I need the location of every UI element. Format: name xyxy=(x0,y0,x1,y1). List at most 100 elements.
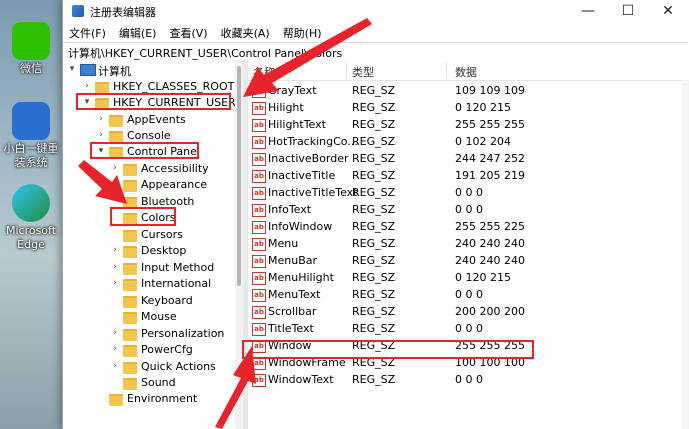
chevron-right-icon[interactable]: › xyxy=(96,114,106,124)
string-value-icon: ab xyxy=(252,323,266,336)
value-name: GrayText xyxy=(268,84,317,97)
table-row[interactable]: ab InactiveTitle REG_SZ 191 205 219 xyxy=(248,167,689,184)
tree-scrollbar-thumb[interactable] xyxy=(237,66,241,286)
folder-icon xyxy=(109,131,123,143)
folder-icon xyxy=(123,345,137,357)
string-value-icon: ab xyxy=(252,272,266,285)
menu-view[interactable]: 查看(V) xyxy=(163,22,214,41)
table-row[interactable]: ab HilightText REG_SZ 255 255 255 xyxy=(248,116,689,133)
value-data: 244 247 252 xyxy=(455,152,525,165)
value-name: Menu xyxy=(268,237,299,250)
column-header-type[interactable]: 类型 xyxy=(352,64,374,80)
string-value-icon: ab xyxy=(252,85,266,98)
value-type: REG_SZ xyxy=(352,135,396,148)
folder-icon xyxy=(123,213,137,225)
close-button[interactable]: ✕ xyxy=(648,0,688,22)
chevron-down-icon[interactable]: ▾ xyxy=(82,97,92,107)
value-data: 200 200 200 xyxy=(455,305,525,318)
string-value-icon: ab xyxy=(252,374,266,387)
chevron-down-icon[interactable]: ▾ xyxy=(67,64,77,74)
address-bar[interactable]: 计算机\HKEY_CURRENT_USER\Control Panel\Colo… xyxy=(63,42,688,61)
table-row[interactable]: ab Hilight REG_SZ 0 120 215 xyxy=(248,99,689,116)
string-value-icon: ab xyxy=(252,136,266,149)
minimize-button[interactable]: — xyxy=(568,0,608,22)
address-path: 计算机\HKEY_CURRENT_USER\Control Panel\Colo… xyxy=(68,47,343,60)
value-name: HotTrackingCo... xyxy=(268,135,358,148)
desktop-icon-wechat[interactable]: 微信 xyxy=(0,22,62,76)
chevron-right-icon[interactable]: › xyxy=(110,245,120,255)
table-row[interactable]: ab InfoWindow REG_SZ 255 255 225 xyxy=(248,218,689,235)
value-name: MenuText xyxy=(268,288,321,301)
value-type: REG_SZ xyxy=(352,84,396,97)
table-row[interactable]: ab HotTrackingCo... REG_SZ 0 102 204 xyxy=(248,133,689,150)
tree-scrollbar[interactable] xyxy=(235,60,243,429)
value-data: 0 0 0 xyxy=(455,186,483,199)
column-header-name[interactable]: 名称 xyxy=(253,64,275,80)
value-data: 0 120 215 xyxy=(455,101,511,114)
value-type: REG_SZ xyxy=(352,118,396,131)
value-data: 100 100 100 xyxy=(455,356,525,369)
string-value-icon: ab xyxy=(252,170,266,183)
value-data: 255 255 225 xyxy=(455,220,525,233)
chevron-right-icon[interactable]: › xyxy=(110,278,120,288)
table-row[interactable]: ab InactiveBorder REG_SZ 244 247 252 xyxy=(248,150,689,167)
value-name: InactiveBorder xyxy=(268,152,349,165)
value-data: 191 205 219 xyxy=(455,169,525,182)
value-type: REG_SZ xyxy=(352,169,396,182)
folder-icon xyxy=(123,246,137,258)
table-row[interactable]: ab MenuText REG_SZ 0 0 0 xyxy=(248,286,689,303)
chevron-down-icon[interactable]: ▾ xyxy=(96,146,106,156)
chevron-right-icon[interactable]: › xyxy=(110,361,120,371)
list-scrollbar[interactable] xyxy=(682,80,689,429)
desktop-icon-xiaobai[interactable]: 小白一键重装系统 xyxy=(0,102,62,170)
column-divider[interactable] xyxy=(446,62,447,78)
table-row[interactable]: ab MenuHilight REG_SZ 0 120 215 xyxy=(248,269,689,286)
table-row[interactable]: ab InactiveTitleText REG_SZ 0 0 0 xyxy=(248,184,689,201)
column-divider[interactable] xyxy=(346,62,347,78)
table-row[interactable]: ab Menu REG_SZ 240 240 240 xyxy=(248,235,689,252)
value-type: REG_SZ xyxy=(352,220,396,233)
chevron-right-icon[interactable]: › xyxy=(110,328,120,338)
folder-icon xyxy=(109,147,123,159)
watermark-brand: Baidu经验 xyxy=(528,372,643,397)
string-value-icon: ab xyxy=(252,357,266,370)
chevron-right-icon[interactable]: › xyxy=(96,130,106,140)
watermark-url: jingyan.baidu.com xyxy=(528,396,612,406)
table-row[interactable]: ab Window REG_SZ 255 255 255 xyxy=(248,337,689,354)
chevron-right-icon[interactable]: › xyxy=(110,344,120,354)
value-name: InfoWindow xyxy=(268,220,333,233)
table-row[interactable]: ab GrayText REG_SZ 109 109 109 xyxy=(248,82,689,99)
menu-file[interactable]: 文件(F) xyxy=(63,22,113,41)
value-data: 0 102 204 xyxy=(455,135,511,148)
baidu-watermark: Baidu经验 jingyan.baidu.com xyxy=(528,366,643,406)
value-name: MenuBar xyxy=(268,254,318,267)
chevron-right-icon[interactable]: › xyxy=(110,163,120,173)
value-data: 0 0 0 xyxy=(455,373,483,386)
value-type: REG_SZ xyxy=(352,203,396,216)
column-header-data[interactable]: 数据 xyxy=(455,64,477,80)
value-data: 0 120 215 xyxy=(455,271,511,284)
folder-icon xyxy=(109,115,123,127)
table-row[interactable]: ab InfoText REG_SZ 0 0 0 xyxy=(248,201,689,218)
menu-help[interactable]: 帮助(H) xyxy=(277,22,329,41)
table-row[interactable]: ab MenuBar REG_SZ 240 240 240 xyxy=(248,252,689,269)
title-bar[interactable]: 注册表编辑器 — ☐ ✕ xyxy=(63,0,689,22)
value-type: REG_SZ xyxy=(352,356,396,369)
chevron-right-icon[interactable]: › xyxy=(110,179,120,189)
value-name: InfoText xyxy=(268,203,312,216)
desktop-icon-edge[interactable]: Microsoft Edge xyxy=(0,184,62,252)
menu-favorites[interactable]: 收藏夹(A) xyxy=(215,22,277,41)
maximize-button[interactable]: ☐ xyxy=(608,0,648,22)
value-data: 109 109 109 xyxy=(455,84,525,97)
value-data: 0 0 0 xyxy=(455,288,483,301)
value-name: TitleText xyxy=(268,322,314,335)
value-data: 255 255 255 xyxy=(455,339,525,352)
table-row[interactable]: ab TitleText REG_SZ 0 0 0 xyxy=(248,320,689,337)
string-value-icon: ab xyxy=(252,153,266,166)
table-row[interactable]: ab Scrollbar REG_SZ 200 200 200 xyxy=(248,303,689,320)
chevron-right-icon[interactable]: › xyxy=(82,81,92,91)
chevron-right-icon[interactable]: › xyxy=(110,262,120,272)
menu-edit[interactable]: 编辑(E) xyxy=(113,22,164,41)
value-name: InactiveTitleText xyxy=(268,186,358,199)
folder-icon xyxy=(95,98,109,110)
